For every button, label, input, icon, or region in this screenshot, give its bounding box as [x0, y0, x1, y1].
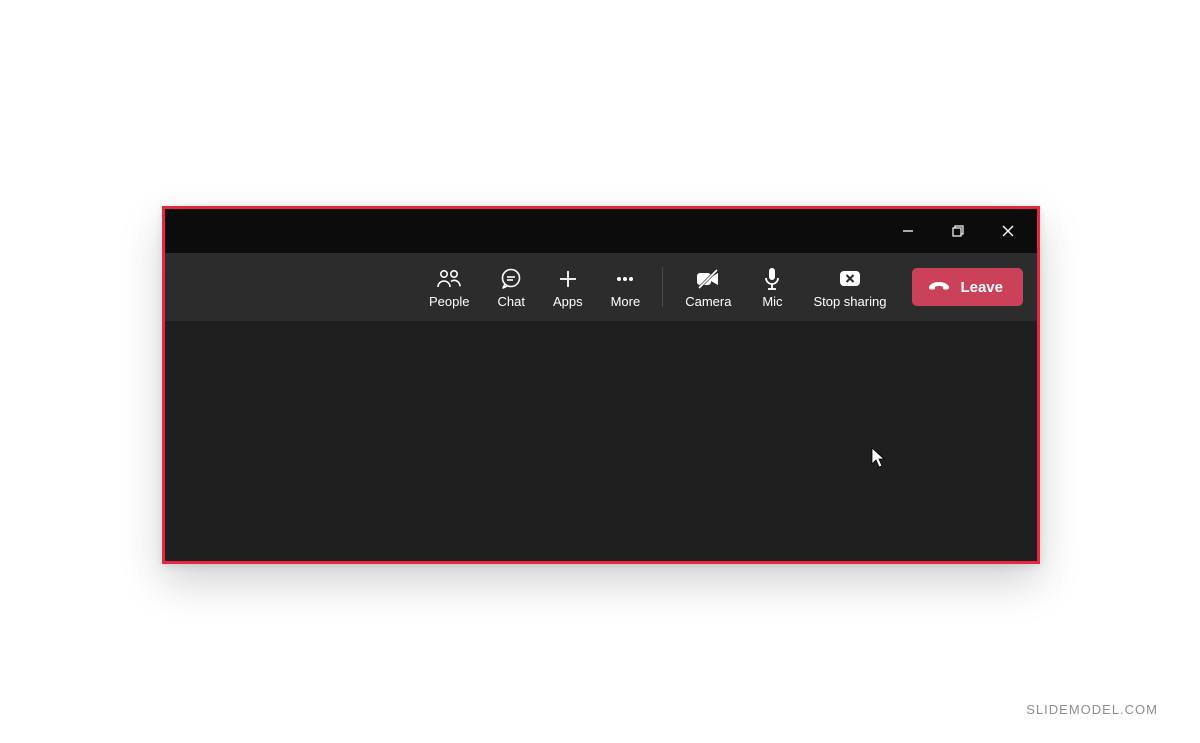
page-stage: People Chat: [0, 0, 1200, 743]
more-label: More: [611, 295, 641, 308]
maximize-icon: [951, 224, 965, 238]
minimize-icon: [901, 224, 915, 238]
titlebar: [165, 209, 1037, 253]
hangup-icon: [928, 280, 950, 294]
maximize-button[interactable]: [935, 215, 981, 247]
apps-label: Apps: [553, 295, 583, 308]
more-button[interactable]: More: [597, 259, 655, 315]
close-icon: [1001, 224, 1015, 238]
people-button[interactable]: People: [415, 259, 483, 315]
people-icon: [436, 267, 462, 291]
stop-sharing-label: Stop sharing: [813, 295, 886, 308]
chat-button[interactable]: Chat: [483, 259, 538, 315]
stop-sharing-icon: [838, 267, 862, 291]
watermark: SLIDEMODEL.COM: [1026, 702, 1158, 717]
minimize-button[interactable]: [885, 215, 931, 247]
camera-button[interactable]: Camera: [671, 259, 745, 315]
mic-label: Mic: [762, 295, 782, 308]
leave-button[interactable]: Leave: [912, 268, 1023, 306]
meeting-toolbar: People Chat: [165, 253, 1037, 321]
plus-icon: [557, 267, 579, 291]
meeting-content: [165, 321, 1037, 561]
chat-icon: [499, 267, 523, 291]
camera-off-icon: [695, 267, 721, 291]
mic-icon: [762, 267, 782, 291]
mic-button[interactable]: Mic: [745, 259, 799, 315]
teams-window: People Chat: [162, 206, 1040, 564]
window-inner: People Chat: [165, 209, 1037, 561]
toolbar-divider: [662, 267, 663, 307]
chat-label: Chat: [497, 295, 524, 308]
cursor-icon: [871, 447, 887, 469]
camera-label: Camera: [685, 295, 731, 308]
people-label: People: [429, 295, 469, 308]
stop-sharing-button[interactable]: Stop sharing: [799, 259, 900, 315]
apps-button[interactable]: Apps: [539, 259, 597, 315]
close-button[interactable]: [985, 215, 1031, 247]
more-icon: [614, 267, 636, 291]
leave-label: Leave: [960, 279, 1003, 296]
